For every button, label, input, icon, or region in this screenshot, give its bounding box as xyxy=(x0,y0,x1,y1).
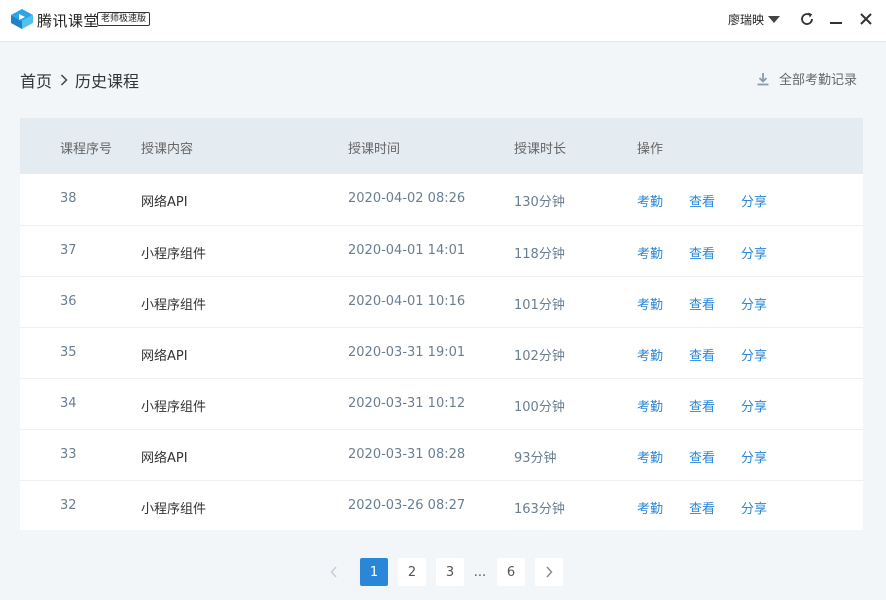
attendance-button[interactable]: 考勤 xyxy=(637,396,663,415)
cell-topic: 网络API xyxy=(141,195,188,210)
breadcrumb-current: 历史课程 xyxy=(75,72,140,91)
share-button[interactable]: 分享 xyxy=(741,294,767,313)
cell-duration: 130分钟 xyxy=(514,195,565,210)
cell-time: 2020-03-31 19:01 xyxy=(348,345,466,360)
view-button[interactable]: 查看 xyxy=(689,191,715,210)
share-button[interactable]: 分享 xyxy=(741,498,767,517)
share-button[interactable]: 分享 xyxy=(741,345,767,364)
share-button[interactable]: 分享 xyxy=(741,243,767,262)
course-history-table: 课程序号 授课内容 授课时间 授课时长 操作 38 网络API 2020-04-… xyxy=(20,118,863,530)
table-header: 课程序号 授课内容 授课时间 授课时长 操作 xyxy=(20,118,863,174)
view-button[interactable]: 查看 xyxy=(689,243,715,262)
next-page-button[interactable] xyxy=(535,558,563,586)
minimize-button[interactable] xyxy=(826,9,846,29)
cell-topic: 网络API xyxy=(141,349,188,364)
page-button[interactable]: 1 xyxy=(360,558,388,586)
view-button[interactable]: 查看 xyxy=(689,498,715,517)
share-button[interactable]: 分享 xyxy=(741,396,767,415)
header-duration: 授课时长 xyxy=(514,142,567,157)
table-row: 38 网络API 2020-04-02 08:26 130分钟 考勤 查看 分享 xyxy=(20,174,863,225)
page-button[interactable]: 3 xyxy=(436,558,464,586)
table-row: 36 小程序组件 2020-04-01 10:16 101分钟 考勤 查看 分享 xyxy=(20,276,863,327)
chevron-right-icon xyxy=(60,74,68,86)
share-button[interactable]: 分享 xyxy=(741,447,767,466)
app-title: 腾讯课堂 xyxy=(37,12,100,30)
attendance-button[interactable]: 考勤 xyxy=(637,243,663,262)
edition-badge: 老师极速版 xyxy=(97,12,151,26)
cell-time: 2020-03-31 10:12 xyxy=(348,396,466,411)
breadcrumb: 首页 历史课程 xyxy=(20,68,139,92)
view-button[interactable]: 查看 xyxy=(689,345,715,364)
table-row: 37 小程序组件 2020-04-01 14:01 118分钟 考勤 查看 分享 xyxy=(20,225,863,276)
cell-time: 2020-04-01 14:01 xyxy=(348,243,466,258)
attendance-button[interactable]: 考勤 xyxy=(637,447,663,466)
header-time: 授课时间 xyxy=(348,142,401,157)
title-bar: 腾讯课堂 老师极速版 廖瑞映 xyxy=(0,0,886,42)
all-attendance-link[interactable]: 全部考勤记录 xyxy=(756,69,857,88)
cell-topic: 网络API xyxy=(141,451,188,466)
attendance-button[interactable]: 考勤 xyxy=(637,191,663,210)
cell-course-number: 32 xyxy=(60,498,77,513)
share-button[interactable]: 分享 xyxy=(741,191,767,210)
cell-topic: 小程序组件 xyxy=(141,247,207,262)
download-icon xyxy=(757,72,769,85)
cell-duration: 101分钟 xyxy=(514,298,565,313)
cell-course-number: 34 xyxy=(60,396,77,411)
cell-course-number: 37 xyxy=(60,243,77,258)
view-button[interactable]: 查看 xyxy=(689,294,715,313)
table-row: 35 网络API 2020-03-31 19:01 102分钟 考勤 查看 分享 xyxy=(20,327,863,378)
user-name[interactable]: 廖瑞映 xyxy=(728,11,764,28)
chevron-left-icon xyxy=(330,566,337,578)
page-button[interactable]: 6 xyxy=(497,558,525,586)
close-button[interactable] xyxy=(856,9,876,29)
cell-time: 2020-04-02 08:26 xyxy=(348,191,466,206)
cell-time: 2020-04-01 10:16 xyxy=(348,294,466,309)
attendance-button[interactable]: 考勤 xyxy=(637,345,663,364)
refresh-icon xyxy=(801,12,813,25)
refresh-button[interactable] xyxy=(797,9,817,29)
header-course-number: 课程序号 xyxy=(60,142,113,157)
user-menu-caret-icon[interactable] xyxy=(768,16,780,23)
cell-time: 2020-03-26 08:27 xyxy=(348,498,466,513)
cell-topic: 小程序组件 xyxy=(141,400,207,415)
all-attendance-label: 全部考勤记录 xyxy=(779,73,858,88)
cell-duration: 102分钟 xyxy=(514,349,565,364)
attendance-button[interactable]: 考勤 xyxy=(637,294,663,313)
cell-course-number: 35 xyxy=(60,345,77,360)
header-topic: 授课内容 xyxy=(141,142,194,157)
table-row: 32 小程序组件 2020-03-26 08:27 163分钟 考勤 查看 分享 xyxy=(20,480,863,531)
cell-duration: 118分钟 xyxy=(514,247,565,262)
table-body: 38 网络API 2020-04-02 08:26 130分钟 考勤 查看 分享… xyxy=(20,174,863,531)
tencent-classroom-logo-icon xyxy=(11,9,33,29)
view-button[interactable]: 查看 xyxy=(689,396,715,415)
prev-page-button[interactable] xyxy=(320,558,348,586)
breadcrumb-home[interactable]: 首页 xyxy=(20,68,52,92)
page-button[interactable]: 2 xyxy=(398,558,426,586)
cell-topic: 小程序组件 xyxy=(141,502,207,517)
cell-duration: 163分钟 xyxy=(514,502,565,517)
cell-course-number: 36 xyxy=(60,294,77,309)
chevron-right-icon xyxy=(546,566,553,578)
cell-topic: 小程序组件 xyxy=(141,298,207,313)
minimize-icon xyxy=(830,22,842,24)
close-icon xyxy=(860,13,872,25)
pagination: 1 2 3 ... 6 xyxy=(0,558,886,586)
cell-duration: 100分钟 xyxy=(514,400,565,415)
cell-course-number: 38 xyxy=(60,191,77,206)
header-operations: 操作 xyxy=(637,142,664,157)
table-row: 33 网络API 2020-03-31 08:28 93分钟 考勤 查看 分享 xyxy=(20,429,863,480)
cell-duration: 93分钟 xyxy=(514,451,557,466)
view-button[interactable]: 查看 xyxy=(689,447,715,466)
page-ellipsis: ... xyxy=(473,564,487,580)
attendance-button[interactable]: 考勤 xyxy=(637,498,663,517)
cell-course-number: 33 xyxy=(60,447,77,462)
table-row: 34 小程序组件 2020-03-31 10:12 100分钟 考勤 查看 分享 xyxy=(20,378,863,429)
cell-time: 2020-03-31 08:28 xyxy=(348,447,466,462)
